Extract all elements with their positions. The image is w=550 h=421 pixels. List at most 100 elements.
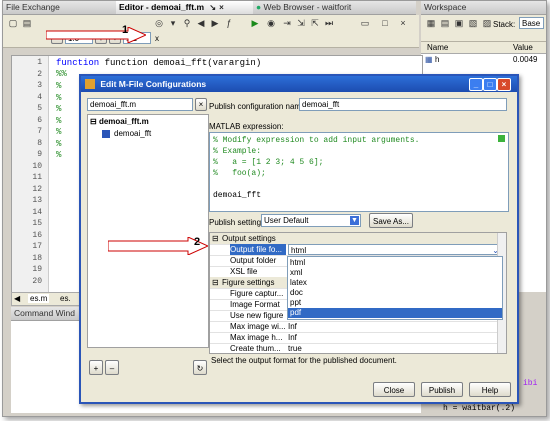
- workspace-header: Name Value: [421, 42, 546, 54]
- close-window-icon[interactable]: ×: [497, 78, 511, 91]
- arrow-right-icon: [107, 236, 210, 256]
- line-number: 11: [32, 173, 42, 182]
- line-number: 14: [32, 207, 42, 217]
- save-icon[interactable]: ▣: [453, 17, 465, 29]
- back-icon[interactable]: ◀: [195, 17, 207, 29]
- function-signature: function demoai_fft(varargin): [104, 58, 262, 68]
- help-button[interactable]: Help: [469, 382, 511, 397]
- callout-number-1: 1: [122, 24, 129, 36]
- config-name-field[interactable]: demoai_fft: [299, 98, 507, 111]
- tab-scroll-left-icon[interactable]: ◀: [14, 294, 20, 303]
- tab-file-2[interactable]: es.: [60, 294, 71, 303]
- file-exchange-label: File Exchange: [6, 2, 60, 12]
- line-number: 16: [32, 230, 42, 240]
- line-number: 3: [37, 81, 42, 90]
- comment-marker: %: [56, 104, 62, 114]
- stack-select[interactable]: Base: [519, 17, 544, 29]
- figure-setting-name: Use new figure: [230, 311, 284, 320]
- open-folder-icon[interactable]: ▤: [21, 17, 33, 29]
- new-file-icon[interactable]: ▢: [7, 17, 19, 29]
- minimize-icon[interactable]: _: [469, 78, 483, 91]
- forward-icon[interactable]: ▶: [209, 17, 221, 29]
- config-search-field[interactable]: demoai_fft.m: [87, 98, 193, 111]
- publish-settings-select[interactable]: User Default ▼: [261, 214, 361, 227]
- file-exchange-title[interactable]: File Exchange: [3, 1, 116, 15]
- col-value-header[interactable]: Value: [513, 43, 533, 52]
- plot-icon[interactable]: ▨: [481, 17, 493, 29]
- code-line-2: %%: [56, 69, 67, 79]
- run-icon[interactable]: ▶: [249, 17, 261, 29]
- new-variable-icon[interactable]: ▦: [425, 17, 437, 29]
- maximize-icon[interactable]: □: [379, 17, 391, 29]
- editor-title[interactable]: Editor - demoai_fft.m ↘ ×: [116, 1, 254, 15]
- close-icon[interactable]: ×: [219, 1, 224, 14]
- undock-icon[interactable]: ↘: [209, 1, 216, 14]
- step-out-icon[interactable]: ⇱: [309, 17, 321, 29]
- matlab-expression-editor[interactable]: % Modify expression to add input argumen…: [209, 132, 509, 212]
- remove-config-button[interactable]: –: [105, 360, 119, 375]
- line-number: 4: [37, 92, 42, 102]
- window-layout-icon[interactable]: ▭: [359, 17, 371, 29]
- arrow-right-icon: [45, 26, 148, 44]
- tab-file-1[interactable]: es.m: [28, 294, 50, 303]
- publish-button[interactable]: Publish: [421, 382, 463, 397]
- figure-setting-name: Max image wi...: [230, 322, 286, 331]
- delete-icon[interactable]: ▧: [467, 17, 479, 29]
- workspace-title[interactable]: Workspace: [421, 1, 546, 15]
- section-collapse-icon[interactable]: ⊟: [212, 277, 219, 288]
- figure-setting-name: Image Format: [230, 300, 280, 309]
- line-number: 8: [37, 138, 42, 148]
- collapse-icon[interactable]: ⊟: [90, 117, 99, 126]
- continue-icon[interactable]: ⏭: [323, 17, 335, 29]
- chevron-down-icon[interactable]: ▼: [350, 216, 359, 225]
- step-icon[interactable]: ⇥: [281, 17, 293, 29]
- config-icon: [102, 129, 110, 138]
- dialog-title-bar[interactable]: Edit M-File Configurations _ □ ×: [81, 76, 517, 92]
- output-format-select[interactable]: html ⌄: [288, 244, 502, 255]
- breakpoint-icon[interactable]: ◉: [265, 17, 277, 29]
- section-collapse-icon[interactable]: ⊟: [212, 233, 219, 244]
- find-icon[interactable]: ⚲: [181, 17, 193, 29]
- command-code: h = waitbar(.2): [443, 404, 516, 413]
- save-as-button[interactable]: Save As...: [369, 213, 413, 228]
- format-option-latex[interactable]: latex: [288, 278, 502, 288]
- add-config-button[interactable]: +: [89, 360, 103, 375]
- x-label: x: [155, 34, 159, 43]
- step-in-icon[interactable]: ⇲: [295, 17, 307, 29]
- line-number: 19: [32, 265, 42, 274]
- callout-number-2: 2: [194, 236, 201, 248]
- config-tree: ⊟ demoai_fft.m demoai_fft: [87, 114, 209, 348]
- format-option-html[interactable]: html: [288, 258, 502, 268]
- publish-config-icon[interactable]: ◎: [153, 17, 165, 29]
- status-indicator: [498, 135, 505, 142]
- line-number: 17: [32, 242, 42, 251]
- refresh-icon[interactable]: ↻: [193, 360, 207, 375]
- clear-search-icon[interactable]: ×: [195, 98, 207, 111]
- workspace-row[interactable]: ▦ h 0.0049: [421, 54, 546, 65]
- close-button[interactable]: Close: [373, 382, 415, 397]
- tree-child-label: demoai_fft: [114, 129, 152, 138]
- figure-setting-value: true: [288, 344, 302, 353]
- dock-close-icon[interactable]: ×: [397, 17, 409, 29]
- figure-setting-row[interactable]: Create thum... true: [210, 343, 506, 353]
- import-icon[interactable]: ▤: [439, 17, 451, 29]
- format-option-doc[interactable]: doc: [288, 288, 502, 298]
- variable-icon: ▦: [425, 55, 433, 64]
- line-number: 18: [32, 253, 42, 263]
- format-option-ppt[interactable]: ppt: [288, 298, 502, 308]
- maximize-window-icon[interactable]: □: [483, 78, 497, 91]
- web-browser-title[interactable]: ● Web Browser - waitforit: [253, 1, 416, 15]
- tree-child[interactable]: demoai_fft: [102, 129, 151, 138]
- line-gutter: 1 2 3 4 5 6 7 8 9 10 11 12 13 14 15 16 17 18 19 20: [12, 56, 49, 292]
- publish-settings-value: User Default: [264, 216, 309, 225]
- tree-root[interactable]: ⊟ demoai_fft.m: [90, 117, 149, 126]
- figure-setting-name: Figure captur...: [230, 289, 284, 298]
- command-window-title[interactable]: Command Wind: [11, 307, 80, 321]
- col-name-header[interactable]: Name: [427, 43, 448, 52]
- format-option-xml[interactable]: xml: [288, 268, 502, 278]
- function-icon[interactable]: ƒ: [223, 17, 235, 29]
- matlab-expression-label: MATLAB expression:: [209, 122, 284, 131]
- format-option-pdf[interactable]: pdf: [288, 308, 502, 318]
- dropdown-icon[interactable]: ▾: [167, 17, 179, 29]
- line-number: 2: [37, 69, 42, 79]
